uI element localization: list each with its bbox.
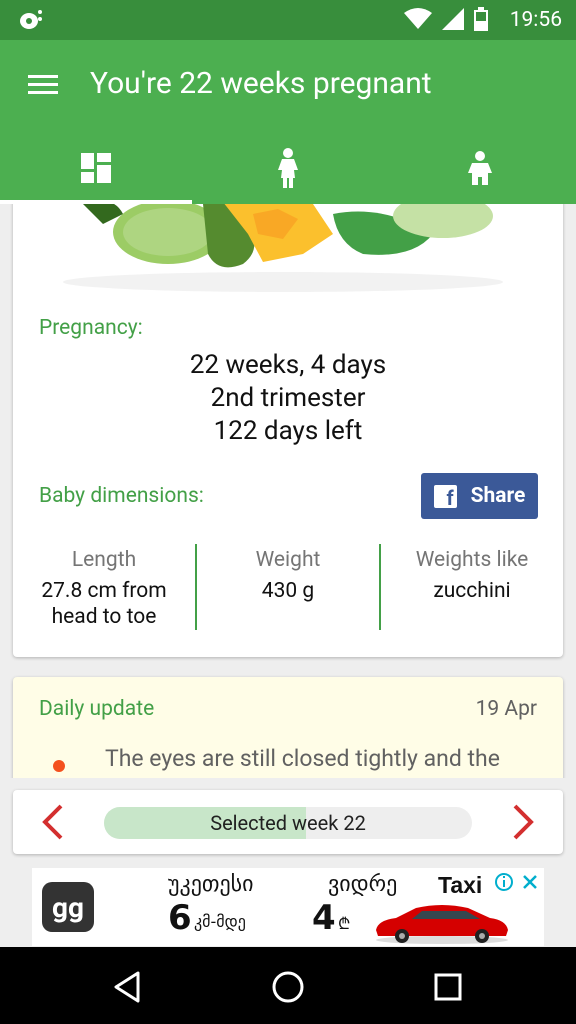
battery-icon xyxy=(474,7,488,31)
ad-unit-1: კმ-მდე xyxy=(194,912,246,931)
facebook-share-button[interactable]: f Share xyxy=(421,473,538,519)
close-icon xyxy=(523,875,537,889)
tab-dashboard[interactable] xyxy=(0,132,192,204)
signal-icon xyxy=(442,8,464,30)
home-icon xyxy=(272,971,304,1003)
length-label: Length xyxy=(71,548,137,572)
ad-brand-logo: gg xyxy=(42,882,94,932)
ad-product: Taxi xyxy=(438,872,483,898)
next-week-button[interactable] xyxy=(509,804,537,840)
daily-update-date: 19 Apr xyxy=(475,697,537,721)
tab-baby[interactable] xyxy=(384,132,576,204)
system-icons xyxy=(404,7,488,31)
ad-value-1: 6 xyxy=(168,898,192,938)
weight-column: Weight 430 g xyxy=(195,544,379,630)
previous-week-button[interactable] xyxy=(39,804,67,840)
chevron-right-icon xyxy=(513,804,534,840)
ad-value-2: 4 xyxy=(312,898,336,938)
comparison-label: Weights like xyxy=(415,548,529,572)
comparison-column: Weights like zucchini xyxy=(379,544,563,630)
ad-banner-area: gg უკეთესი 6 კმ-მდე ვიდრე 4 ₾ Taxi xyxy=(0,866,576,947)
car-image xyxy=(376,905,508,944)
week-selector: Selected week 22 xyxy=(13,790,563,854)
recents-button[interactable] xyxy=(428,967,468,1007)
status-bar: 19:56 xyxy=(0,0,576,40)
daily-update-text: The eyes are still closed tightly and th… xyxy=(105,745,500,778)
ad-headline-1: უკეთესი xyxy=(168,872,254,897)
weight-label: Weight xyxy=(255,548,321,572)
pregnancy-info: 22 weeks, 4 days 2nd trimester 122 days … xyxy=(13,349,563,448)
zucchini-image xyxy=(13,204,563,304)
daily-update-card[interactable]: Daily update 19 Apr The eyes are still c… xyxy=(13,677,563,778)
length-column: Length 27.8 cm from head to toe xyxy=(13,544,195,630)
app-bar: You're 22 weeks pregnant xyxy=(0,40,576,204)
chevron-left-icon xyxy=(42,804,63,840)
tab-bar xyxy=(0,132,576,204)
ad-banner[interactable]: gg უკეთესი 6 კმ-მდე ვიდრე 4 ₾ Taxi xyxy=(32,868,544,946)
tab-mother[interactable] xyxy=(192,132,384,204)
wifi-icon xyxy=(404,8,432,29)
ad-headline-2: ვიდრე xyxy=(328,872,398,897)
notification-icon xyxy=(18,9,42,35)
daily-update-title: Daily update xyxy=(39,697,155,721)
ad-choices[interactable] xyxy=(494,872,540,892)
system-navigation-bar xyxy=(0,947,576,1024)
page-title: You're 22 weeks pregnant xyxy=(90,66,432,101)
weight-value: 430 g xyxy=(261,579,315,603)
ad-unit-2: ₾ xyxy=(338,914,351,933)
mother-icon xyxy=(278,148,298,188)
comparison-value: zucchini xyxy=(433,579,511,603)
baby-dimensions-label: Baby dimensions: xyxy=(39,484,204,508)
back-button[interactable] xyxy=(108,967,148,1007)
pregnancy-trimester: 2nd trimester xyxy=(210,383,366,413)
share-label: Share xyxy=(470,484,526,508)
pregnancy-card: Pregnancy: 22 weeks, 4 days 2nd trimeste… xyxy=(13,204,563,657)
bullet-dot xyxy=(53,760,65,772)
week-progress-bar[interactable]: Selected week 22 xyxy=(104,807,472,839)
baby-dimensions: Length 27.8 cm from head to toe Weight 4… xyxy=(13,544,563,630)
menu-icon[interactable] xyxy=(28,70,62,100)
selected-week-label: Selected week 22 xyxy=(210,811,366,835)
dashboard-icon xyxy=(81,153,111,183)
home-button[interactable] xyxy=(268,967,308,1007)
content-scroll[interactable]: Pregnancy: 22 weeks, 4 days 2nd trimeste… xyxy=(0,204,576,778)
pregnancy-weeks: 22 weeks, 4 days xyxy=(189,350,387,380)
pregnancy-label: Pregnancy: xyxy=(39,316,143,340)
length-value: 27.8 cm from head to toe xyxy=(41,579,167,629)
recents-icon xyxy=(434,973,462,1001)
pregnancy-days-left: 122 days left xyxy=(213,416,363,446)
baby-icon xyxy=(468,151,492,185)
facebook-icon: f xyxy=(433,484,457,508)
clock: 19:56 xyxy=(509,8,562,32)
back-icon xyxy=(114,971,140,1003)
info-icon xyxy=(495,873,513,891)
